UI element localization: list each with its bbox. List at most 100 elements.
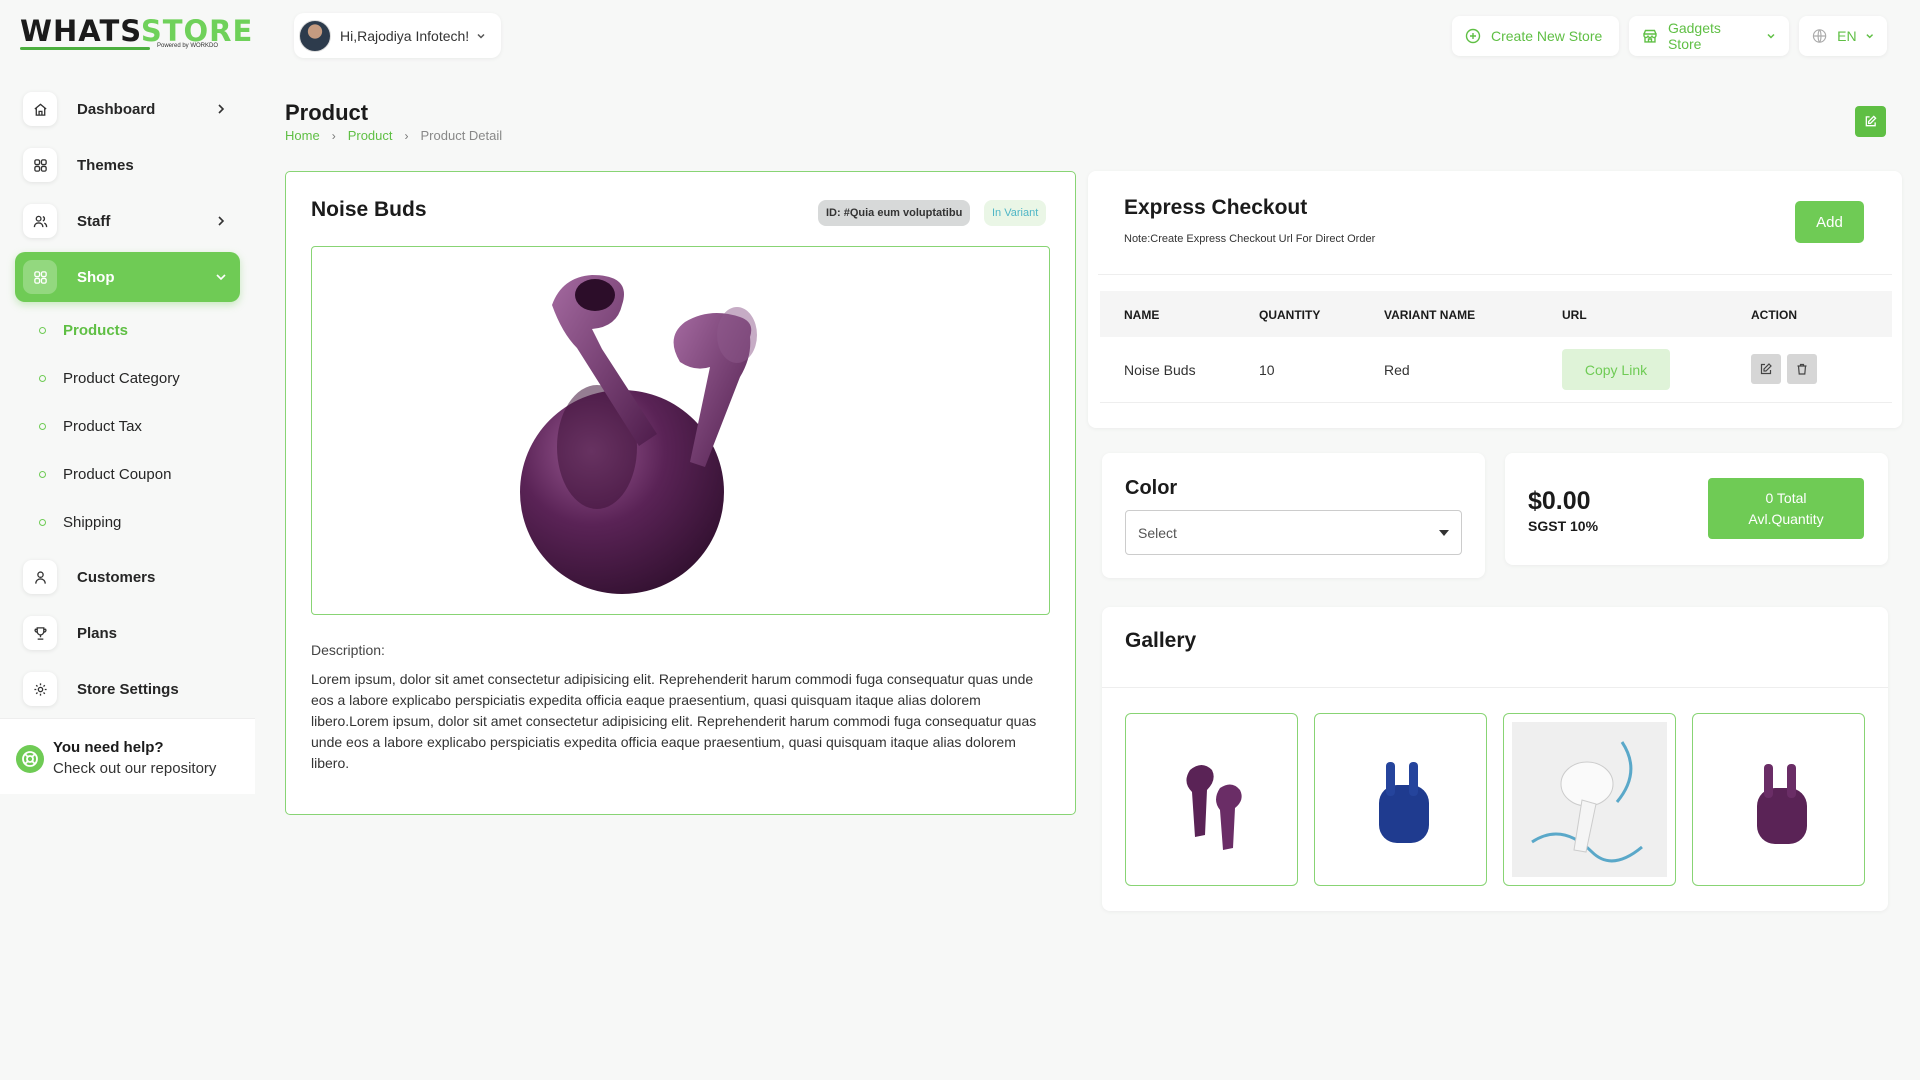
- trash-icon: [1797, 363, 1807, 375]
- column-header-variant: VARIANT NAME: [1384, 308, 1476, 322]
- submenu-item-shipping[interactable]: Shipping: [15, 498, 240, 546]
- edit-icon: [1760, 363, 1772, 375]
- store-switcher[interactable]: Gadgets Store: [1629, 16, 1789, 56]
- sidebar-item-plans[interactable]: Plans: [15, 608, 240, 658]
- home-icon: [23, 92, 57, 126]
- sidebar: WHATSSTORE Powered by WORKDO Dashboard T…: [0, 0, 255, 1080]
- user-icon: [23, 560, 57, 594]
- globe-icon: [1812, 29, 1827, 43]
- earbuds-case-image: [1378, 761, 1429, 843]
- earbuds-case-image: [1756, 763, 1807, 844]
- store-name: Gadgets Store: [1667, 20, 1721, 52]
- edit-icon: [1865, 115, 1877, 127]
- chevron-down-icon: [216, 274, 226, 281]
- variant-badge: In Variant: [984, 200, 1047, 226]
- sidebar-item-themes[interactable]: Themes: [15, 140, 240, 190]
- avatar: [299, 19, 331, 52]
- quantity-value: 0 Total: [1765, 489, 1807, 506]
- gallery-title: Gallery: [1125, 629, 1197, 652]
- chevron-right-icon: [218, 216, 225, 226]
- sidebar-item-staff[interactable]: Staff: [15, 196, 240, 246]
- earbuds-image: [1185, 764, 1242, 850]
- plus-circle-icon: [1465, 28, 1481, 44]
- color-select[interactable]: Select: [1125, 510, 1462, 555]
- submenu-item-label: Product Tax: [63, 417, 142, 435]
- user-menu[interactable]: Hi,Rajodiya Infotech!: [294, 13, 501, 58]
- product-id-badge: ID: #Quia eum voluptatibu: [818, 200, 971, 226]
- product-card: Noise Buds ID: #Quia eum voluptatibu In …: [285, 171, 1076, 815]
- sidebar-nav: Dashboard Themes Staff Shop Products Pro…: [15, 84, 240, 720]
- chevron-down-icon: [477, 33, 485, 39]
- bullet-icon: [39, 422, 46, 430]
- chevron-right-icon: ›: [331, 128, 336, 143]
- color-label: Color: [1125, 477, 1178, 499]
- sidebar-item-store-settings[interactable]: Store Settings: [15, 664, 240, 714]
- language-label: EN: [1837, 28, 1857, 44]
- language-switcher[interactable]: EN: [1799, 16, 1887, 56]
- product-name: Noise Buds: [311, 198, 427, 221]
- add-express-checkout-button[interactable]: Add: [1795, 201, 1864, 243]
- breadcrumb: Home › Product › Product Detail: [285, 128, 502, 143]
- breadcrumb-product[interactable]: Product: [348, 128, 393, 143]
- express-checkout-title: Express Checkout: [1124, 196, 1308, 219]
- chevron-down-icon: [1767, 33, 1775, 39]
- sidebar-item-customers[interactable]: Customers: [15, 552, 240, 602]
- column-header-name: NAME: [1124, 308, 1160, 322]
- submenu-item-product-coupon[interactable]: Product Coupon: [15, 450, 240, 498]
- copy-link-button[interactable]: Copy Link: [1562, 349, 1670, 390]
- express-checkout-note: Note:Create Express Checkout Url For Dir…: [1124, 233, 1376, 245]
- submenu-item-label: Product Category: [63, 369, 180, 387]
- divider: [1102, 687, 1888, 688]
- column-header-url: URL: [1562, 308, 1587, 322]
- earbud-splash-image: [1512, 722, 1667, 877]
- create-store-button[interactable]: Create New Store: [1452, 16, 1619, 56]
- gallery-thumb-purple-earbuds[interactable]: [1125, 713, 1298, 886]
- chevron-right-icon: ›: [404, 128, 409, 143]
- users-icon: [23, 204, 57, 238]
- divider: [1098, 274, 1892, 275]
- gallery-thumb-white-earbud[interactable]: [1503, 713, 1676, 886]
- submenu-item-product-tax[interactable]: Product Tax: [15, 402, 240, 450]
- gallery-card: Gallery: [1102, 607, 1888, 911]
- product-image: [311, 246, 1050, 615]
- grid-icon: [23, 148, 57, 182]
- sidebar-item-label: Shop: [77, 268, 115, 286]
- submenu-item-product-category[interactable]: Product Category: [15, 354, 240, 402]
- gallery-thumb-blue-earbuds[interactable]: [1314, 713, 1487, 886]
- help-panel[interactable]: You need help? Check out our repository: [0, 718, 255, 794]
- gallery-thumb-purple-case[interactable]: [1692, 713, 1865, 886]
- edit-product-button[interactable]: [1855, 106, 1886, 137]
- create-store-label: Create New Store: [1491, 28, 1603, 44]
- submenu-item-label: Product Coupon: [63, 465, 172, 483]
- store-icon: [1643, 29, 1657, 43]
- sidebar-item-shop[interactable]: Shop: [15, 252, 240, 302]
- shop-submenu: Products Product Category Product Tax Pr…: [15, 306, 240, 546]
- bullet-icon: [39, 470, 46, 478]
- user-greeting: Hi,Rajodiya Infotech!: [340, 27, 470, 44]
- description-text: Lorem ipsum, dolor sit amet consectetur …: [311, 671, 1037, 771]
- delete-row-button[interactable]: [1787, 354, 1817, 384]
- total-quantity-badge: 0 Total Avl.Quantity: [1708, 478, 1864, 539]
- bullet-icon: [39, 374, 46, 382]
- chevron-down-icon: [1865, 34, 1873, 39]
- lifebuoy-icon: [16, 745, 44, 773]
- submenu-item-label: Products: [63, 321, 129, 339]
- column-header-action: ACTION: [1751, 308, 1797, 322]
- sidebar-item-label: Themes: [77, 156, 134, 174]
- product-price: $0.00: [1528, 487, 1591, 515]
- cell-name: Noise Buds: [1124, 362, 1196, 378]
- color-card: Color Select: [1102, 453, 1485, 578]
- quantity-label: Avl.Quantity: [1748, 510, 1824, 527]
- submenu-item-products[interactable]: Products: [15, 306, 240, 354]
- cell-variant: Red: [1384, 362, 1410, 378]
- color-select-value: Select: [1138, 524, 1177, 541]
- brand-logo[interactable]: WHATSSTORE Powered by WORKDO: [20, 16, 252, 54]
- sidebar-item-dashboard[interactable]: Dashboard: [15, 84, 240, 134]
- breadcrumb-home[interactable]: Home: [285, 128, 320, 143]
- grid-icon: [23, 260, 57, 294]
- bullet-icon: [39, 326, 46, 334]
- edit-row-button[interactable]: [1751, 354, 1781, 384]
- logo-sub: Powered by WORKDO: [157, 43, 219, 49]
- sidebar-item-label: Staff: [77, 212, 111, 230]
- table-header: NAME QUANTITY VARIANT NAME URL ACTION: [1100, 291, 1892, 337]
